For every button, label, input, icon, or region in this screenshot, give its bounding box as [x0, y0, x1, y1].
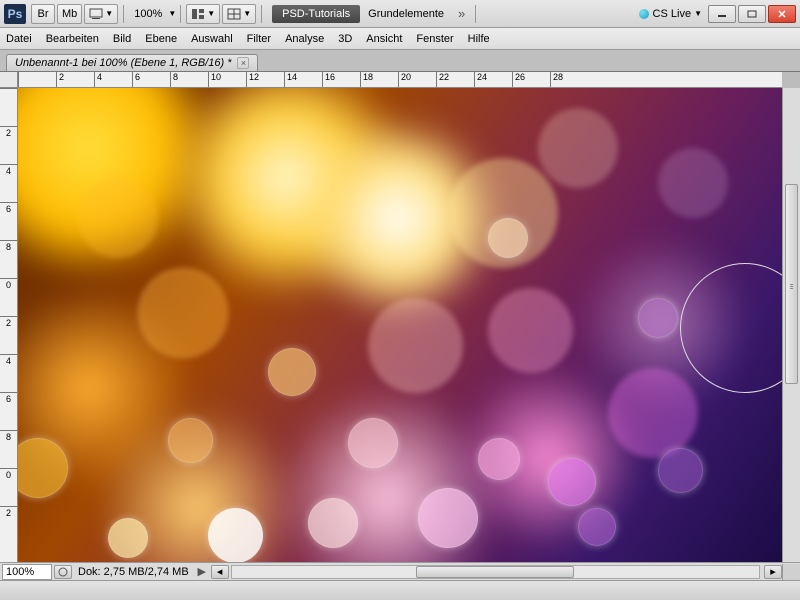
screen-mode-button[interactable]: ▼ — [84, 4, 118, 24]
minibridge-button[interactable]: Mb — [57, 4, 82, 24]
scrollbar-vertical[interactable] — [782, 88, 800, 562]
photoshop-logo: Ps — [4, 4, 26, 24]
arrange-button[interactable]: ▼ — [186, 4, 220, 24]
document-tab-label: Unbenannt-1 bei 100% (Ebene 1, RGB/16) * — [15, 57, 231, 69]
workspace-active-button[interactable]: PSD-Tutorials — [272, 5, 360, 23]
minimize-button[interactable] — [708, 5, 736, 23]
status-menu-arrow[interactable]: ▶ — [195, 565, 209, 578]
status-icon[interactable] — [54, 565, 72, 579]
cs-live-icon — [639, 9, 649, 19]
document-size-label[interactable]: Dok: 2,75 MB/2,74 MB — [72, 566, 195, 578]
ruler-corner[interactable] — [0, 72, 18, 88]
separator — [123, 5, 124, 23]
scrollbar-horizontal[interactable] — [231, 565, 760, 579]
canvas[interactable] — [18, 88, 782, 562]
app-statusbar — [0, 580, 800, 600]
extras-button[interactable]: ▼ — [222, 4, 256, 24]
titlebar: Ps Br Mb ▼ 100% ▼ ▼ ▼ PSD-Tutorials Grun… — [0, 0, 800, 28]
scrollbar-thumb[interactable] — [785, 184, 798, 384]
workspace-alt-button[interactable]: Grundelemente — [360, 8, 452, 20]
ruler-vertical[interactable]: 24680246802 — [0, 88, 18, 562]
menu-ebene[interactable]: Ebene — [145, 33, 177, 45]
cs-live-label: CS Live — [653, 8, 692, 20]
status-strip: 100% Dok: 2,75 MB/2,74 MB ▶ ◂ ▸ — [0, 562, 800, 580]
document-tab-row: Unbenannt-1 bei 100% (Ebene 1, RGB/16) *… — [0, 50, 800, 72]
window-controls — [708, 5, 796, 23]
menu-hilfe[interactable]: Hilfe — [468, 33, 490, 45]
menu-3d[interactable]: 3D — [338, 33, 352, 45]
scroll-right-button[interactable]: ▸ — [764, 565, 782, 579]
menu-analyse[interactable]: Analyse — [285, 33, 324, 45]
menu-datei[interactable]: Datei — [6, 33, 32, 45]
scroll-left-button[interactable]: ◂ — [211, 565, 229, 579]
menu-bearbeiten[interactable]: Bearbeiten — [46, 33, 99, 45]
zoom-input[interactable]: 100% — [2, 564, 52, 580]
menu-fenster[interactable]: Fenster — [416, 33, 453, 45]
ruler-horizontal[interactable]: 246810121416182022242628 — [18, 72, 782, 88]
chevron-down-icon: ▼ — [694, 9, 702, 18]
menu-filter[interactable]: Filter — [247, 33, 271, 45]
separator — [180, 5, 181, 23]
scrollbar-thumb[interactable] — [416, 566, 574, 578]
zoom-value[interactable]: 100% — [128, 8, 168, 20]
zoom-dropdown-icon[interactable]: ▼ — [168, 9, 176, 18]
resize-grip[interactable] — [782, 564, 800, 580]
document-tab[interactable]: Unbenannt-1 bei 100% (Ebene 1, RGB/16) *… — [6, 54, 258, 71]
separator — [475, 5, 476, 23]
close-button[interactable] — [768, 5, 796, 23]
workspace: 246810121416182022242628 24680246802 — [0, 72, 800, 580]
bridge-button[interactable]: Br — [31, 4, 55, 24]
menu-bild[interactable]: Bild — [113, 33, 131, 45]
workspace-more-icon[interactable]: » — [452, 6, 471, 21]
menu-auswahl[interactable]: Auswahl — [191, 33, 233, 45]
cs-live-button[interactable]: CS Live ▼ — [639, 8, 702, 20]
separator — [261, 5, 262, 23]
maximize-button[interactable] — [738, 5, 766, 23]
menubar: Datei Bearbeiten Bild Ebene Auswahl Filt… — [0, 28, 800, 50]
menu-ansicht[interactable]: Ansicht — [366, 33, 402, 45]
close-tab-icon[interactable]: × — [237, 57, 249, 69]
